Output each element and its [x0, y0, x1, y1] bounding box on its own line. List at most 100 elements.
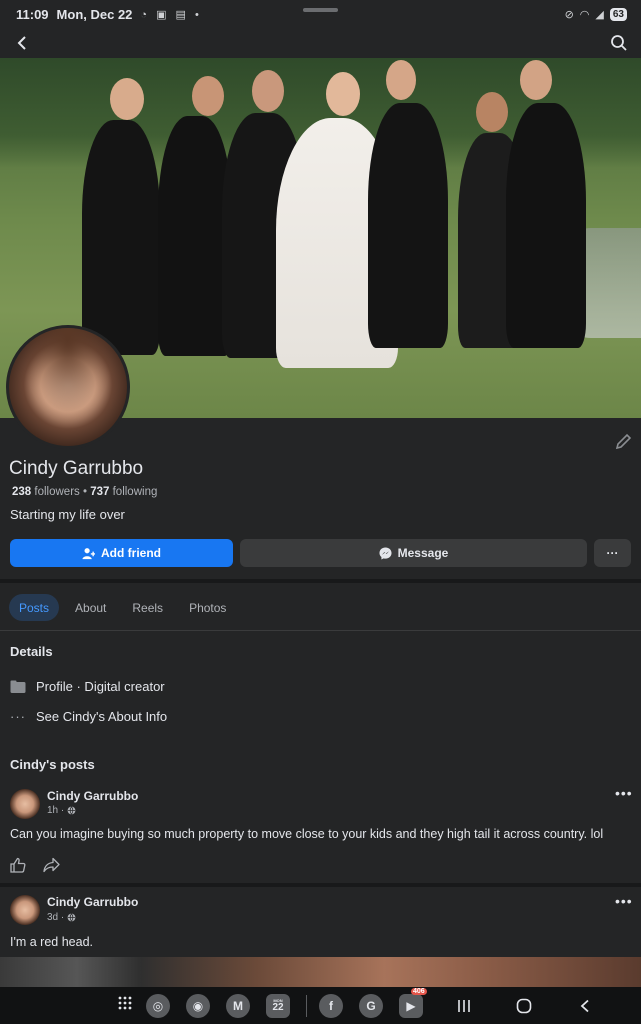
grid-icon	[118, 996, 132, 1010]
see-about-info-link[interactable]: ··· See Cindy's About Info	[10, 709, 167, 724]
figure-head	[386, 60, 416, 100]
see-about-label: See Cindy's About Info	[36, 709, 168, 724]
following-count[interactable]: 737	[90, 486, 109, 498]
section-divider	[0, 579, 641, 583]
post-author-avatar[interactable]	[10, 789, 40, 819]
facebook-icon[interactable]: f	[319, 993, 343, 1018]
profile-card-icon	[10, 680, 26, 693]
status-date: Mon, Dec 22	[56, 6, 133, 22]
post-author-name[interactable]: Cindy Garrubbo	[47, 895, 138, 909]
add-person-icon	[82, 547, 95, 559]
figure-head	[192, 76, 224, 116]
globe-icon	[67, 913, 76, 922]
profile-avatar[interactable]	[6, 325, 130, 449]
more-dots-icon: ···	[606, 546, 619, 560]
status-drag-handle[interactable]	[303, 8, 338, 12]
profile-bio: Starting my life over	[10, 507, 125, 522]
like-thumb-icon	[10, 857, 26, 873]
tab-posts[interactable]: Posts	[9, 594, 60, 621]
pencil-icon	[615, 433, 632, 450]
figure-head	[326, 72, 360, 116]
recents-button[interactable]	[457, 987, 471, 1024]
figure-head	[110, 78, 144, 120]
calendar-day: 22	[272, 1001, 284, 1013]
home-button[interactable]	[516, 987, 532, 1024]
system-back-button[interactable]	[579, 987, 591, 1024]
add-friend-button[interactable]: Add friend	[10, 539, 233, 567]
tab-about[interactable]: About	[65, 594, 116, 621]
post-time[interactable]: 3d ·	[47, 912, 64, 923]
camera-icon[interactable]: ◉	[186, 993, 210, 1018]
post-divider	[0, 883, 641, 887]
tab-photos[interactable]: Photos	[179, 594, 236, 621]
tabs-divider	[0, 630, 641, 631]
post-meta: 1h ·	[47, 805, 76, 816]
post-options-button[interactable]: •••	[615, 785, 633, 801]
add-friend-label: Add friend	[101, 546, 161, 560]
post-text: Can you imagine buying so much property …	[10, 827, 604, 841]
figure-man-suit-1	[158, 116, 232, 356]
edit-cover-button[interactable]	[612, 431, 634, 453]
profile-stats: 238 followers • 737 following	[12, 486, 157, 498]
notification-icons: ◔ ▣ ▤ •	[140, 8, 202, 21]
figure-man-suit-4	[506, 103, 586, 348]
followers-label[interactable]: followers	[34, 486, 79, 498]
signal-icon: ◢	[595, 8, 604, 21]
like-button[interactable]	[10, 857, 26, 878]
detail-profile-value: · Digital creator	[76, 679, 165, 694]
calendar-icon[interactable]: MON 22	[266, 993, 290, 1018]
figure-head	[520, 60, 552, 100]
tab-reels[interactable]: Reels	[122, 594, 173, 621]
profile-name: Cindy Garrubbo	[9, 458, 144, 479]
detail-profile-label: Profile	[36, 679, 73, 694]
post-author-name[interactable]: Cindy Garrubbo	[47, 789, 138, 803]
message-button[interactable]: Message	[240, 539, 587, 567]
share-arrow-icon	[43, 857, 60, 873]
home-circle-icon	[516, 998, 532, 1013]
share-button[interactable]	[43, 857, 60, 878]
more-options-button[interactable]: ···	[594, 539, 631, 567]
figure-head	[476, 92, 508, 132]
avatar-hair	[9, 328, 127, 446]
search-button[interactable]	[607, 31, 631, 55]
chevron-left-icon	[17, 36, 26, 50]
chrome-icon[interactable]: ◎	[146, 993, 170, 1018]
message-label: Message	[397, 546, 449, 560]
figure-woman-black-dress	[82, 120, 160, 355]
mute-icon: ⊘	[564, 8, 574, 21]
recents-icon	[458, 999, 470, 1012]
messenger-icon	[379, 546, 392, 560]
figure-head	[252, 70, 284, 112]
detail-profile-type: Profile · Digital creator	[10, 679, 165, 694]
chevron-left-icon	[580, 999, 589, 1012]
wifi-icon: ◠	[579, 8, 590, 21]
globe-icon	[67, 806, 76, 815]
search-icon	[611, 35, 627, 51]
google-icon[interactable]: G	[359, 993, 383, 1018]
post-photo[interactable]	[0, 957, 641, 987]
posts-section-title: Cindy's posts	[10, 757, 95, 772]
youtube-icon[interactable]: ▶ 406	[399, 987, 427, 1018]
post-options-button[interactable]: •••	[615, 893, 633, 909]
gmail-icon[interactable]: M	[226, 993, 250, 1018]
followers-count[interactable]: 238	[12, 486, 31, 498]
post-time[interactable]: 1h ·	[47, 805, 64, 816]
following-label[interactable]: following	[113, 486, 158, 498]
nav-separator	[306, 994, 307, 1017]
post-author-avatar[interactable]	[10, 895, 40, 925]
details-title: Details	[10, 644, 53, 659]
status-time: 11:09	[16, 6, 49, 22]
post-meta: 3d ·	[47, 912, 76, 923]
app-header	[0, 28, 641, 58]
status-right: ⊘ ◠ ◢ 63	[564, 7, 627, 21]
battery-icon: 63	[609, 7, 627, 21]
system-nav-bar: ◎ ◉ M MON 22 f G ▶ 406	[0, 987, 641, 1024]
app-drawer-button[interactable]	[118, 996, 132, 1015]
post-text: I'm a red head.	[10, 935, 93, 949]
back-button[interactable]	[10, 31, 34, 55]
dots-icon: ···	[10, 709, 26, 724]
figure-man-suit-3	[368, 103, 448, 348]
youtube-badge: 406	[411, 987, 427, 995]
status-bar: 11:09 Mon, Dec 22 ◔ ▣ ▤ • ⊘ ◠ ◢ 63	[0, 0, 641, 28]
profile-tabs: Posts About Reels Photos	[9, 594, 236, 621]
